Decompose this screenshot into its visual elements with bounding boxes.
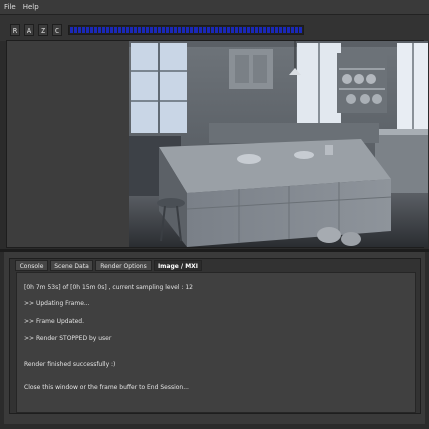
render-image[interactable] — [129, 41, 428, 247]
console-line: >> Render STOPPED by user — [24, 335, 112, 342]
console-line: Render finished successfully :) — [24, 361, 116, 368]
console-line: [0h 7m 53s] of [0h 15m 0s] , current sam… — [24, 284, 193, 291]
console-line: >> Frame Updated. — [24, 318, 85, 325]
console-line: Close this window or the frame buffer to… — [24, 384, 189, 391]
tab-scene-data[interactable]: Scene Data — [50, 260, 93, 271]
channel-z-button[interactable]: Z — [38, 24, 48, 36]
console-line: >> Updating Frame... — [24, 300, 90, 307]
menu-file[interactable]: File — [0, 0, 19, 11]
menu-help[interactable]: Help — [19, 0, 42, 11]
render-progress-bar — [68, 25, 304, 35]
menu-bar: File Help — [0, 0, 429, 15]
channel-a-button[interactable]: A — [24, 24, 34, 36]
tab-render-options[interactable]: Render Options — [95, 260, 152, 271]
console-output — [16, 272, 416, 413]
tab-image-mxi[interactable]: Image / MXI — [154, 260, 202, 271]
channel-r-button[interactable]: R — [10, 24, 20, 36]
tab-console[interactable]: Console — [15, 260, 48, 271]
channel-c-button[interactable]: C — [52, 24, 62, 36]
